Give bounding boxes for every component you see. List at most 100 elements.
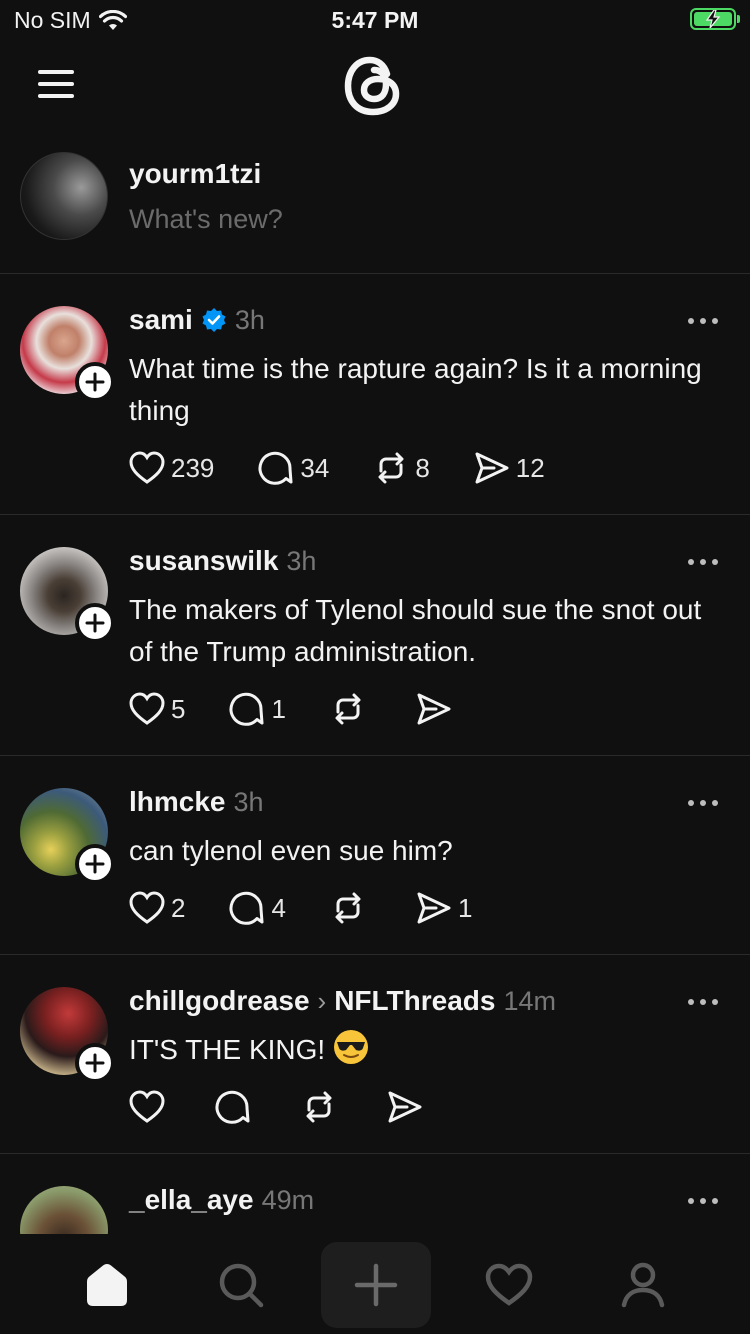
send-icon bbox=[417, 892, 451, 924]
like-button[interactable]: 5 bbox=[129, 692, 185, 726]
reply-button[interactable]: 34 bbox=[258, 450, 329, 486]
share-count: 1 bbox=[457, 892, 473, 923]
post[interactable]: _ella_aye 49m bbox=[0, 1154, 750, 1234]
follow-plus-icon[interactable] bbox=[75, 1043, 115, 1083]
repost-icon bbox=[335, 892, 361, 924]
reply-button[interactable]: 1 bbox=[229, 691, 286, 727]
like-count: 2 bbox=[171, 892, 186, 923]
reply-count: 4 bbox=[271, 892, 286, 923]
post-header: chillgodrease › NFLThreads 14m bbox=[129, 985, 556, 1017]
repost-icon bbox=[378, 452, 404, 484]
tab-profile[interactable] bbox=[588, 1242, 698, 1328]
like-count: 5 bbox=[171, 693, 186, 724]
post-time: 3h bbox=[233, 786, 264, 817]
header bbox=[0, 44, 750, 134]
post[interactable]: sami 3h What time is the rapture again? … bbox=[0, 274, 750, 515]
post-text: What time is the rapture again? Is it a … bbox=[129, 353, 702, 426]
share-button[interactable] bbox=[387, 1090, 429, 1124]
repost-button[interactable] bbox=[330, 891, 372, 925]
post-time: 3h bbox=[286, 545, 317, 576]
post-header: _ella_aye 49m bbox=[129, 1184, 314, 1216]
post-username[interactable]: _ella_aye bbox=[129, 1184, 254, 1216]
avatar[interactable] bbox=[20, 152, 108, 240]
new-thread-composer[interactable]: yourm1tzi What's new? bbox=[0, 134, 750, 274]
verified-badge-icon bbox=[202, 308, 226, 332]
send-icon bbox=[388, 1091, 422, 1123]
repost-icon bbox=[335, 693, 361, 725]
composer-username: yourm1tzi bbox=[129, 158, 262, 189]
post-username[interactable]: chillgodrease bbox=[129, 985, 310, 1017]
repost-button[interactable] bbox=[330, 692, 372, 726]
more-options-icon[interactable] bbox=[686, 316, 720, 326]
like-button[interactable] bbox=[129, 1090, 171, 1124]
post-text: The makers of Tylenol should sue the sno… bbox=[129, 594, 702, 667]
like-button[interactable]: 2 bbox=[129, 891, 185, 925]
share-button[interactable]: 1 bbox=[416, 891, 472, 925]
post-header: lhmcke 3h bbox=[129, 786, 264, 818]
post[interactable]: lhmcke 3h can tylenol even sue him? 2 4 … bbox=[0, 756, 750, 955]
post-username[interactable]: sami bbox=[129, 304, 193, 336]
status-time: 5:47 PM bbox=[331, 7, 419, 33]
follow-plus-icon[interactable] bbox=[75, 603, 115, 643]
community-name[interactable]: NFLThreads bbox=[334, 985, 495, 1017]
post[interactable]: susanswilk 3h The makers of Tylenol shou… bbox=[0, 515, 750, 756]
search-icon bbox=[219, 1263, 264, 1308]
repost-button[interactable] bbox=[301, 1090, 343, 1124]
post[interactable]: chillgodrease › NFLThreads 14m IT'S THE … bbox=[0, 955, 750, 1154]
follow-plus-icon[interactable] bbox=[75, 844, 115, 884]
like-button[interactable]: 239 bbox=[129, 451, 214, 485]
send-icon bbox=[417, 693, 451, 725]
repost-count: 8 bbox=[415, 452, 430, 483]
battery-icon bbox=[690, 8, 740, 30]
threads-logo[interactable] bbox=[340, 50, 410, 120]
post-actions: 5 1 bbox=[129, 691, 502, 727]
more-options-icon[interactable] bbox=[686, 557, 720, 567]
post-actions: 2 4 1 bbox=[129, 890, 516, 926]
repost-icon bbox=[306, 1091, 332, 1123]
send-icon bbox=[475, 452, 509, 484]
create-icon bbox=[354, 1263, 398, 1307]
tab-search[interactable] bbox=[186, 1242, 296, 1328]
home-icon bbox=[87, 1264, 127, 1306]
post-time: 49m bbox=[261, 1184, 315, 1215]
tab-activity[interactable] bbox=[454, 1242, 564, 1328]
post-username[interactable]: susanswilk bbox=[129, 545, 278, 577]
like-count: 239 bbox=[171, 452, 215, 483]
more-options-icon[interactable] bbox=[686, 997, 720, 1007]
post-text: can tylenol even sue him? bbox=[129, 835, 453, 866]
comment-icon bbox=[215, 1090, 250, 1124]
status-bar: No SIM 5:47 PM bbox=[0, 0, 750, 44]
avatar[interactable] bbox=[20, 1186, 108, 1234]
post-username[interactable]: lhmcke bbox=[129, 786, 226, 818]
charging-bolt-icon bbox=[705, 10, 721, 28]
share-button[interactable] bbox=[416, 692, 458, 726]
sunglasses-emoji-icon bbox=[333, 1030, 368, 1064]
share-count: 12 bbox=[515, 452, 545, 483]
comment-icon bbox=[229, 692, 264, 726]
post-time: 3h bbox=[234, 304, 265, 335]
post-text: IT'S THE KING! bbox=[129, 1034, 326, 1065]
comment-icon bbox=[229, 891, 264, 925]
follow-plus-icon[interactable] bbox=[75, 362, 115, 402]
more-options-icon[interactable] bbox=[686, 1196, 720, 1206]
reply-button[interactable]: 4 bbox=[229, 890, 286, 926]
share-button[interactable]: 12 bbox=[474, 451, 545, 485]
hamburger-menu-icon[interactable] bbox=[38, 70, 74, 98]
tab-home[interactable] bbox=[52, 1242, 162, 1328]
post-actions: 239 34 8 12 bbox=[129, 450, 589, 486]
comment-icon bbox=[258, 451, 293, 485]
reply-button[interactable] bbox=[215, 1089, 257, 1125]
repost-button[interactable]: 8 bbox=[373, 451, 430, 485]
post-actions bbox=[129, 1089, 473, 1125]
post-time: 14m bbox=[503, 985, 556, 1016]
heart-icon bbox=[129, 891, 165, 924]
reply-count: 1 bbox=[271, 693, 286, 724]
chevron-right-icon: › bbox=[317, 985, 327, 1016]
post-header: susanswilk 3h bbox=[129, 545, 316, 577]
tab-create[interactable] bbox=[321, 1242, 431, 1328]
whats-new-input[interactable]: What's new? bbox=[129, 204, 283, 235]
bottom-tab-bar bbox=[0, 1234, 750, 1334]
reply-count: 34 bbox=[300, 452, 330, 483]
more-options-icon[interactable] bbox=[686, 798, 720, 808]
heart-icon bbox=[129, 692, 165, 725]
